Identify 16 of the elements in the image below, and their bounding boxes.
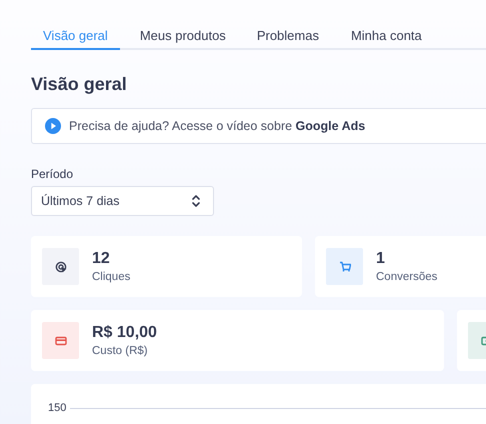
metric-value: 12 (92, 248, 111, 268)
help-text: Precisa de ajuda? Acesse o vídeo sobre Google Ads (69, 119, 366, 133)
metric-value: 1 (376, 248, 386, 268)
tab[interactable]: Minha conta (350, 23, 422, 48)
axis-tick-label: 150 (48, 402, 66, 414)
play-icon (45, 118, 61, 134)
page-title: Visão geral (31, 73, 128, 96)
metric-label: Conversões (376, 270, 438, 284)
chevron-up-down-icon (191, 194, 201, 208)
metric-label: Custo (R$) (92, 344, 149, 358)
period-select[interactable]: Últimos 7 dias (31, 186, 214, 216)
period-label: Período (31, 166, 74, 182)
metric-label: Cliques (92, 270, 130, 284)
metric-value: R$ 10,00 (92, 322, 157, 342)
tab[interactable]: Meus produtos (140, 23, 226, 48)
tab[interactable]: Problemas (256, 23, 319, 48)
